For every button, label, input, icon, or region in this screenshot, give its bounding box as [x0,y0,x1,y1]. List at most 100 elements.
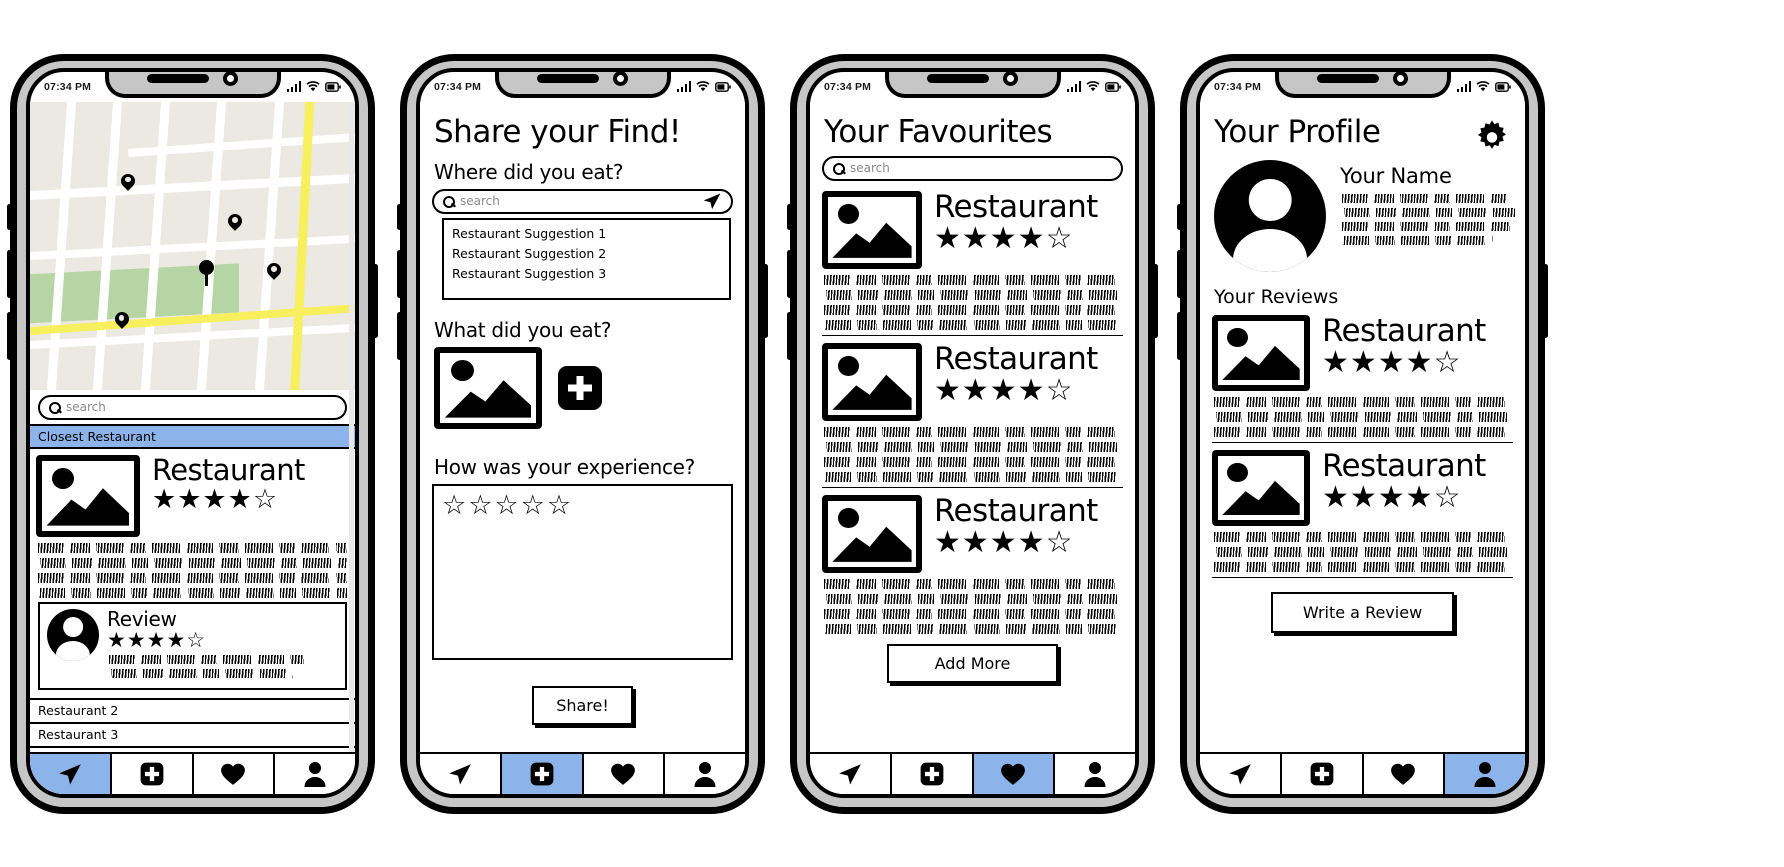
search-input[interactable]: search [38,394,347,420]
review-textarea[interactable]: ☆☆☆☆☆ [432,483,733,660]
earpiece-speaker [537,74,599,83]
phone-volume-up-button [1177,249,1182,298]
image-placeholder-icon[interactable] [434,346,542,429]
suggestion-item[interactable]: Restaurant Suggestion 2 [444,244,729,264]
navigation-arrow-icon[interactable] [702,191,722,211]
scrollbar[interactable] [349,101,354,752]
map-view[interactable] [30,101,355,390]
add-photo-button[interactable] [558,365,602,410]
restaurant-header: Restaurant ★★★★☆ [1212,449,1513,526]
phone-volume-down-button [397,311,402,360]
map-pin-icon[interactable] [121,174,135,188]
phone-volume-down-button [1177,311,1182,360]
tab-favourites[interactable] [584,753,666,794]
restaurant-description-placeholder [824,274,1121,330]
closest-restaurant-banner: Closest Restaurant [30,423,355,449]
tab-favourites[interactable] [194,753,276,794]
review-rating-stars[interactable]: ★★★★☆ [107,629,338,652]
list-item[interactable]: Restaurant 3 [30,721,355,746]
list-item[interactable]: Restaurant 2 [30,697,355,722]
favourite-item[interactable]: Restaurant ★★★★☆ [820,184,1125,330]
bottom-tab-bar [30,751,355,794]
image-placeholder-icon[interactable] [822,190,922,269]
tab-explore[interactable] [420,753,502,794]
image-sun-shape [837,355,859,376]
tab-explore[interactable] [810,753,892,794]
restaurant-name: Restaurant [1322,312,1486,349]
rating-stars[interactable]: ★★★★☆ [934,375,1123,407]
image-placeholder-icon[interactable] [822,342,922,421]
rating-stars[interactable]: ★★★★☆ [934,527,1123,559]
tab-profile[interactable] [1055,754,1135,794]
tab-favourites[interactable] [973,753,1056,794]
favourites-body: Your Favourites search Restaurant ★★★★☆ … [810,102,1135,752]
image-sun-shape [450,360,474,382]
suggestion-item[interactable]: Restaurant Suggestion 3 [444,264,729,284]
gear-icon[interactable] [1473,116,1511,154]
tab-add[interactable] [112,753,194,794]
restaurant-info: Restaurant ★★★★☆ [152,452,349,514]
page-title: Your Profile [1214,113,1381,150]
share-button-row: Share! [430,685,735,725]
phone-notch [884,71,1061,98]
bottom-tab-bar [810,751,1135,794]
share-button[interactable]: Share! [532,685,633,725]
earpiece-speaker [147,74,209,83]
rating-stars[interactable]: ★★★★☆ [1322,482,1513,514]
rating-stars[interactable]: ★★★★☆ [152,485,349,514]
tab-explore[interactable] [30,753,112,794]
map-pin-icon[interactable] [228,214,242,228]
user-avatar-icon[interactable] [1214,159,1326,272]
review-card[interactable]: Review ★★★★☆ [38,601,347,690]
favourite-item[interactable]: Restaurant ★★★★☆ [820,492,1125,634]
person-icon [304,761,326,787]
map-pin-icon[interactable] [267,263,281,277]
image-placeholder-icon[interactable] [1212,449,1310,526]
front-camera [223,71,238,86]
review-body: Review ★★★★☆ [107,608,338,682]
restaurant-search-input[interactable]: search [432,188,733,214]
phone-volume-down-button [7,311,12,360]
tab-explore[interactable] [1200,753,1282,794]
search-icon [443,195,455,208]
restaurant-list: Restaurant 2 Restaurant 3 Restaurant 4 [30,697,355,752]
image-placeholder-icon[interactable] [1212,314,1310,391]
person-icon [1474,761,1496,787]
phone-screen: 07:34 PM Your Favourites search Restaura… [806,67,1139,798]
tab-profile[interactable] [1445,753,1525,794]
write-review-button[interactable]: Write a Review [1270,591,1455,633]
phone-power-button [373,263,378,338]
restaurant-info: Restaurant ★★★★☆ [934,494,1123,559]
tab-favourites[interactable] [1364,753,1446,794]
image-placeholder-icon[interactable] [822,494,922,573]
signal-bars-icon [286,81,301,92]
tab-add[interactable] [892,753,974,794]
selected-location-pin-icon[interactable] [199,259,214,286]
phone-screen: 07:34 PM search Closest Restaurant Resta… [26,67,359,798]
tab-profile[interactable] [665,754,745,794]
experience-rating-stars[interactable]: ☆☆☆☆☆ [442,491,723,519]
restaurant-name: Restaurant [152,452,305,487]
map-pin-icon[interactable] [115,312,129,326]
rating-stars[interactable]: ★★★★☆ [1322,347,1513,379]
plus-square-icon [140,762,163,785]
phone-mute-switch [787,203,792,230]
bottom-tab-bar [420,751,745,794]
image-sun-shape [52,468,75,490]
user-review-item[interactable]: Restaurant ★★★★☆ [1210,312,1515,437]
tab-add[interactable] [501,753,584,794]
image-placeholder-icon[interactable] [36,454,140,537]
tab-profile[interactable] [275,754,355,794]
phone-volume-up-button [7,249,12,298]
restaurant-name: Restaurant [934,340,1098,377]
suggestion-item[interactable]: Restaurant Suggestion 1 [444,224,729,244]
list-item[interactable]: Restaurant 4 [30,745,355,752]
user-review-item[interactable]: Restaurant ★★★★☆ [1210,447,1515,572]
featured-restaurant-card[interactable]: Restaurant ★★★★☆ Review ★★★★☆ [30,448,355,698]
screen-content-explore: search Closest Restaurant Restaurant ★★★… [30,101,355,794]
favourite-item[interactable]: Restaurant ★★★★☆ [820,340,1125,482]
rating-stars[interactable]: ★★★★☆ [934,223,1123,255]
tab-add[interactable] [1282,753,1364,794]
add-more-button[interactable]: Add More [886,643,1059,683]
search-input[interactable]: search [822,155,1123,181]
